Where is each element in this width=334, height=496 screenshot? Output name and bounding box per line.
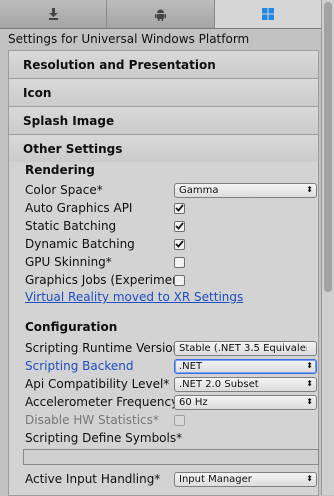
accel-row: Accelerometer Frequency 60 Hz ⬍ xyxy=(25,394,321,410)
dynamic-batching-checkbox[interactable] xyxy=(174,238,185,250)
backend-label: Scripting Backend xyxy=(25,359,134,373)
updown-arrow-icon: ⬍ xyxy=(306,360,313,370)
updown-arrow-icon: ⬍ xyxy=(306,396,313,406)
backend-row: Scripting Backend .NET ⬍ xyxy=(25,358,321,374)
api-row: Api Compatibility Level* .NET 2.0 Subset… xyxy=(25,376,321,392)
page-title: Settings for Universal Windows Platform xyxy=(8,32,250,46)
tab-windows[interactable] xyxy=(214,0,321,28)
panel-icon[interactable]: Icon xyxy=(8,78,319,107)
static-batching-checkbox[interactable] xyxy=(174,220,185,232)
panel-resolution-header[interactable]: Resolution and Presentation xyxy=(9,51,318,78)
define-symbols-row: Scripting Define Symbols* xyxy=(25,430,321,446)
runtime-row: Scripting Runtime Version Stable (.NET 3… xyxy=(25,340,321,356)
static-batching-row: Static Batching xyxy=(25,218,321,234)
input-handling-value: Input Manager xyxy=(179,473,252,485)
graphics-jobs-row: Graphics Jobs (Experimental) xyxy=(25,272,321,288)
panel-splash[interactable]: Splash Image xyxy=(8,106,319,135)
api-value: .NET 2.0 Subset xyxy=(179,378,259,390)
auto-graphics-checkbox[interactable] xyxy=(174,202,185,214)
api-dropdown[interactable]: .NET 2.0 Subset ⬍ xyxy=(174,376,317,392)
hw-stats-row: Disable HW Statistics* xyxy=(25,412,321,428)
gpu-skinning-row: GPU Skinning* xyxy=(25,254,321,270)
checkmark-icon xyxy=(175,240,184,248)
input-handling-label: Active Input Handling* xyxy=(25,472,161,486)
tab-standalone[interactable] xyxy=(0,0,108,28)
panel-icon-header[interactable]: Icon xyxy=(9,79,318,106)
backend-dropdown[interactable]: .NET ⬍ xyxy=(174,358,317,374)
updown-arrow-icon: ⬍ xyxy=(306,473,313,483)
windows-icon xyxy=(261,8,274,20)
updown-arrow-icon: ⬍ xyxy=(306,184,313,194)
accel-dropdown[interactable]: 60 Hz ⬍ xyxy=(174,394,317,410)
api-label: Api Compatibility Level* xyxy=(25,377,170,391)
gpu-skinning-label: GPU Skinning* xyxy=(25,255,112,269)
hw-stats-checkbox xyxy=(174,414,185,426)
tab-android[interactable] xyxy=(107,0,215,28)
vertical-scrollbar[interactable] xyxy=(321,0,334,495)
accel-value: 60 Hz xyxy=(179,396,208,408)
checkmark-icon xyxy=(175,204,184,212)
checkmark-icon xyxy=(175,222,184,230)
scrollbar-thumb[interactable] xyxy=(324,2,332,292)
auto-graphics-row: Auto Graphics API xyxy=(25,200,321,216)
define-symbols-label: Scripting Define Symbols* xyxy=(25,431,183,445)
input-handling-dropdown[interactable]: Input Manager ⬍ xyxy=(174,471,317,487)
accel-label: Accelerometer Frequency xyxy=(25,395,174,409)
panel-other-header[interactable]: Other Settings xyxy=(9,135,318,162)
download-icon xyxy=(48,8,59,20)
graphics-jobs-label: Graphics Jobs (Experimental) xyxy=(25,273,174,287)
hw-stats-label: Disable HW Statistics* xyxy=(25,413,159,427)
vr-settings-link[interactable]: Virtual Reality moved to XR Settings xyxy=(25,290,243,304)
section-rendering-title: Rendering xyxy=(25,163,95,177)
platform-tabs xyxy=(0,0,321,29)
dynamic-batching-row: Dynamic Batching xyxy=(25,236,321,252)
graphics-jobs-checkbox[interactable] xyxy=(174,274,185,286)
runtime-dropdown[interactable]: Stable (.NET 3.5 Equivalent) xyxy=(174,340,317,356)
color-space-row: Color Space* Gamma ⬍ xyxy=(25,182,321,198)
color-space-label: Color Space* xyxy=(25,183,103,197)
panel-other-settings: Other Settings Rendering Color Space* Ga… xyxy=(8,134,319,496)
panel-resolution[interactable]: Resolution and Presentation xyxy=(8,50,319,79)
runtime-value: Stable (.NET 3.5 Equivalent) xyxy=(179,342,307,354)
runtime-label: Scripting Runtime Version xyxy=(25,341,174,355)
backend-value: .NET xyxy=(179,360,203,372)
color-space-value: Gamma xyxy=(179,184,219,196)
panel-splash-header[interactable]: Splash Image xyxy=(9,107,318,134)
section-configuration-title: Configuration xyxy=(25,320,118,334)
static-batching-label: Static Batching xyxy=(25,219,117,233)
auto-graphics-label: Auto Graphics API xyxy=(25,201,133,215)
input-handling-row: Active Input Handling* Input Manager ⬍ xyxy=(25,471,321,487)
color-space-dropdown[interactable]: Gamma ⬍ xyxy=(174,182,317,198)
updown-arrow-icon: ⬍ xyxy=(306,378,313,388)
dynamic-batching-label: Dynamic Batching xyxy=(25,237,135,251)
gpu-skinning-checkbox[interactable] xyxy=(174,256,185,268)
define-symbols-input[interactable] xyxy=(23,449,319,465)
android-icon xyxy=(154,8,166,21)
